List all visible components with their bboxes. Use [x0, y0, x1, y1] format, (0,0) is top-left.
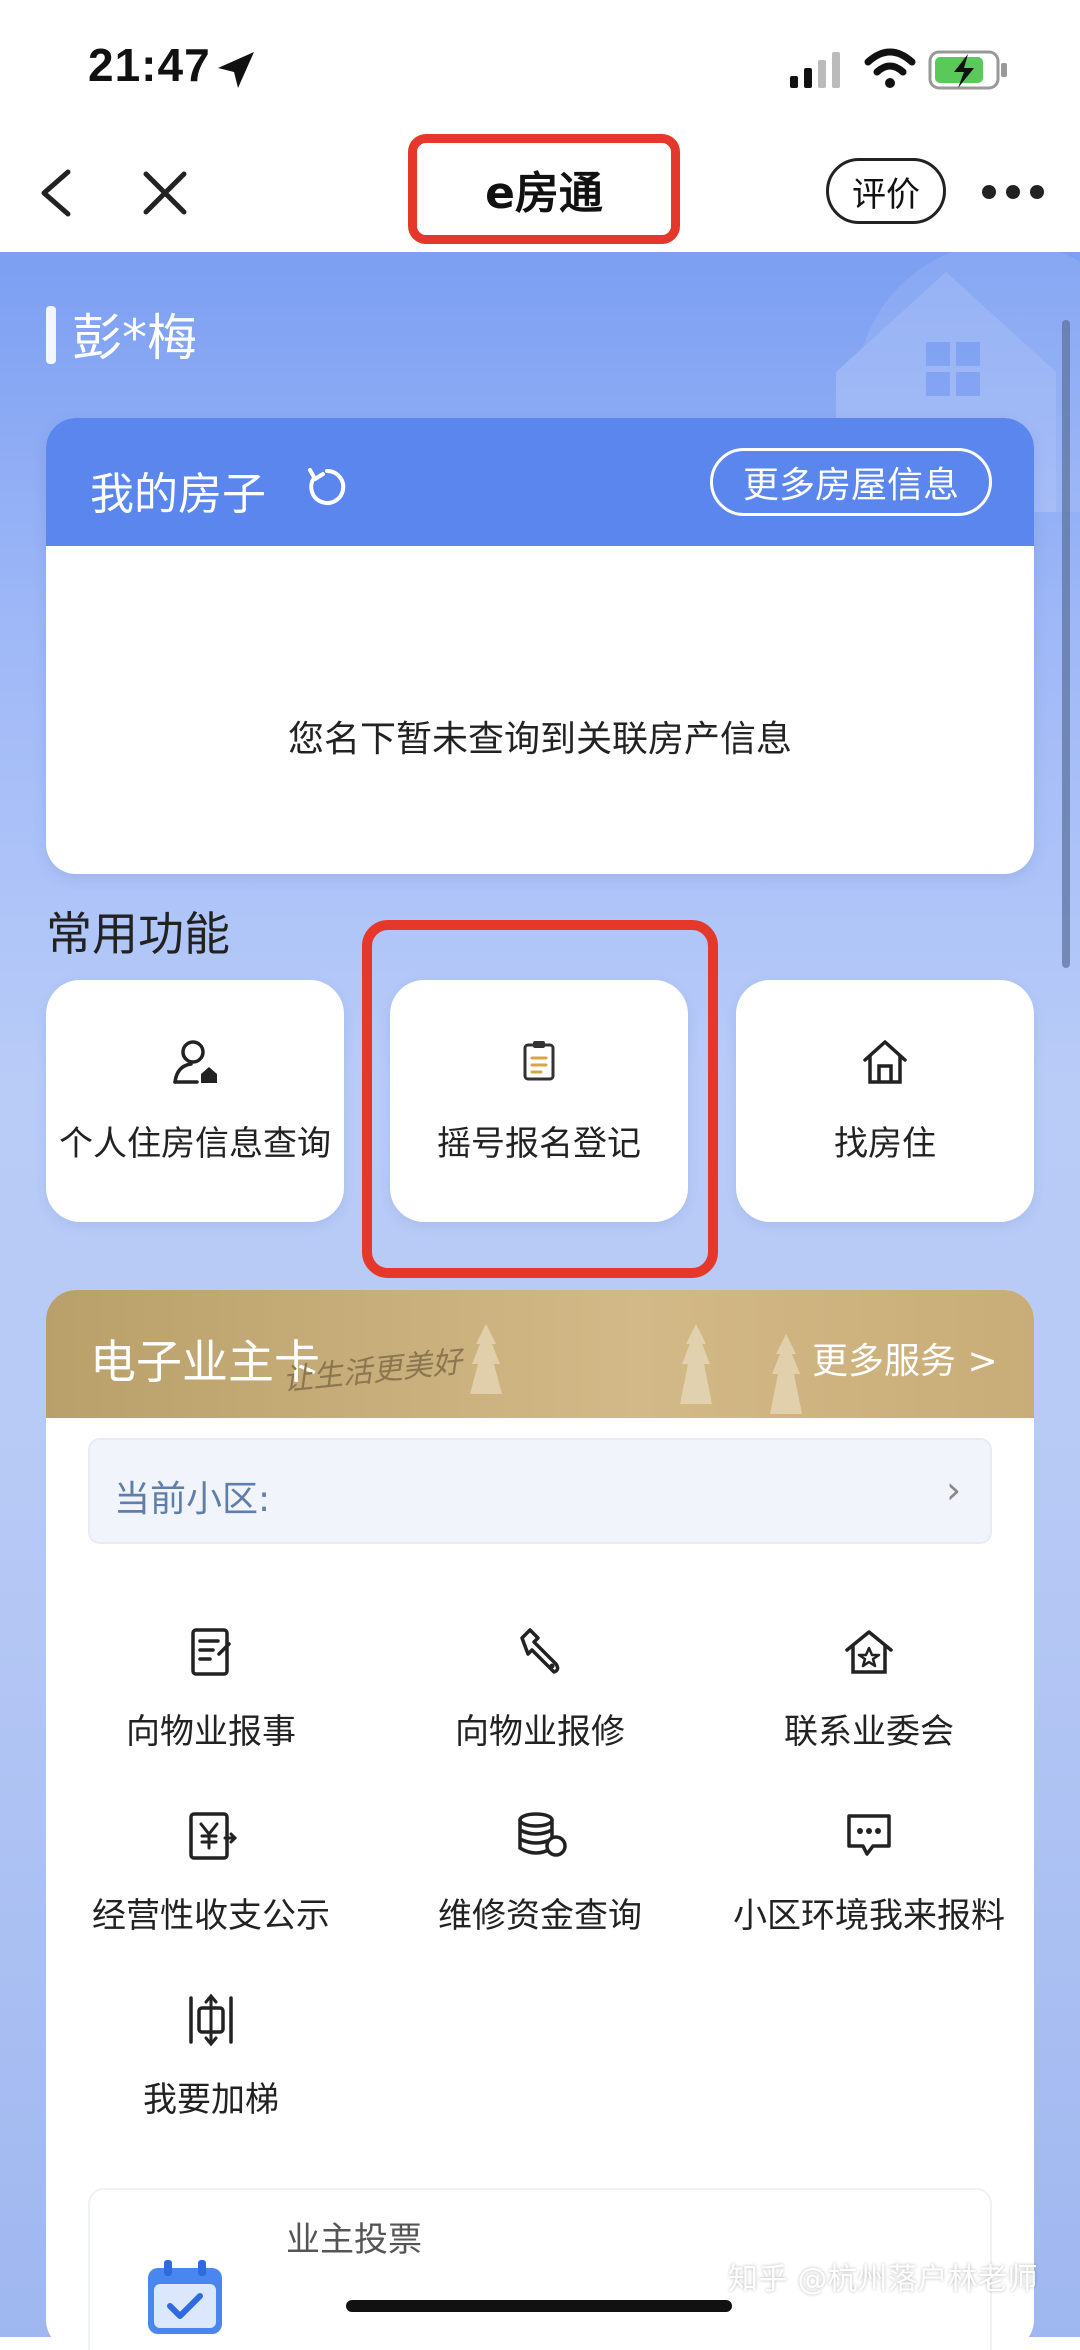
owner-card-header: 电子业主卡 让生活更美好 更多服务 >	[46, 1290, 1034, 1418]
my-house-header: 我的房子 更多房屋信息	[46, 418, 1034, 546]
coins-icon	[518, 1812, 567, 1857]
my-house-card: 我的房子 更多房屋信息 您名下暂未查询到关联房产信息	[46, 418, 1034, 874]
pagoda-decoration-icon	[470, 1324, 802, 1414]
house-icon	[863, 1040, 907, 1084]
star-house-icon	[845, 1630, 893, 1674]
wrench-icon	[520, 1628, 560, 1674]
yuan-document-icon	[189, 1812, 238, 1860]
house-empty-message: 您名下暂未查询到关联房产信息	[287, 719, 792, 760]
environment-report-label: 小区环境我来报料	[733, 1896, 1005, 1936]
contact-committee-label: 联系业委会	[784, 1712, 954, 1752]
status-time: 21:47	[88, 39, 211, 91]
repair-request-label: 向物业报修	[455, 1712, 625, 1752]
chevron-right-icon: ›	[946, 1468, 962, 1512]
income-expense-disclosure-label: 经营性收支公示	[92, 1896, 330, 1936]
personal-housing-query-label: 个人住房信息查询	[59, 1124, 331, 1164]
owner-vote-title: 业主投票	[286, 2220, 422, 2260]
rate-button[interactable]: 评价	[826, 158, 946, 224]
repair-request-button[interactable]: 向物业报修	[375, 1624, 705, 1784]
more-house-info-button[interactable]: 更多房屋信息	[710, 448, 992, 516]
refresh-icon[interactable]	[304, 464, 350, 510]
report-to-property-button[interactable]: 向物业报事	[46, 1624, 376, 1784]
person-house-icon	[173, 1040, 217, 1084]
add-elevator-button[interactable]: 我要加梯	[46, 1992, 376, 2152]
owner-card: 电子业主卡 让生活更美好 更多服务 > 当前小区: › 向物业报事 向物业报修 …	[46, 1290, 1034, 2350]
report-to-property-label: 向物业报事	[126, 1712, 296, 1752]
home-indicator[interactable]	[346, 2300, 732, 2312]
personal-housing-query-button[interactable]: 个人住房信息查询	[46, 980, 344, 1222]
battery-charging-icon	[928, 50, 1007, 90]
elevator-icon	[189, 1993, 233, 2047]
environment-report-button[interactable]: 小区环境我来报料	[704, 1808, 1034, 1968]
chat-bubble-icon	[847, 1814, 891, 1856]
status-bar: 21:47	[0, 0, 1080, 130]
add-elevator-label: 我要加梯	[143, 2080, 279, 2120]
current-community-selector[interactable]: 当前小区: ›	[88, 1438, 992, 1544]
maintenance-fund-query-button[interactable]: 维修资金查询	[375, 1808, 705, 1968]
location-arrow-icon	[218, 52, 254, 88]
income-expense-disclosure-button[interactable]: 经营性收支公示	[46, 1808, 376, 1968]
wifi-icon	[864, 48, 916, 88]
watermark: 知乎 @杭州落户林老师	[728, 2262, 1038, 2297]
calendar-check-icon	[148, 2260, 222, 2334]
my-house-title: 我的房子	[90, 469, 266, 520]
report-document-icon	[191, 1628, 231, 1676]
common-functions-title: 常用功能	[46, 907, 230, 961]
username: 彭*梅	[72, 309, 197, 367]
username-accent	[46, 306, 56, 364]
page-title-text: e房通	[485, 168, 603, 219]
find-house-label: 找房住	[834, 1124, 936, 1164]
highlight-box	[362, 920, 718, 1278]
page-title: e房通	[408, 134, 680, 244]
close-icon[interactable]	[140, 168, 190, 218]
more-icon[interactable]	[980, 182, 1046, 202]
maintenance-fund-query-label: 维修资金查询	[438, 1896, 642, 1936]
signal-icon	[790, 52, 840, 88]
more-services-link[interactable]: 更多服务 >	[812, 1332, 998, 1384]
find-house-button[interactable]: 找房住	[736, 980, 1034, 1222]
current-community-label: 当前小区:	[114, 1479, 271, 1520]
scrollbar[interactable]	[1062, 320, 1070, 968]
contact-committee-button[interactable]: 联系业委会	[704, 1624, 1034, 1784]
back-icon[interactable]	[36, 168, 76, 218]
